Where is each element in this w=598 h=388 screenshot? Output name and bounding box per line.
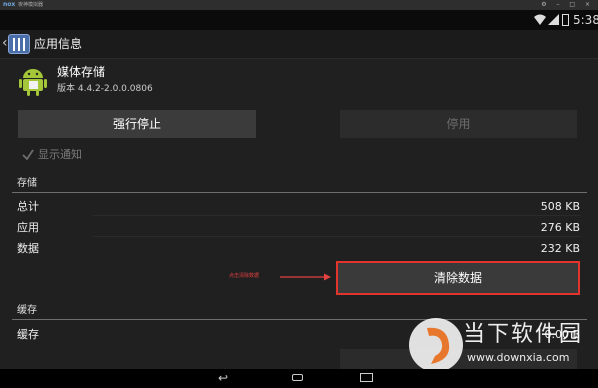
storage-section-title: 存储 — [17, 178, 37, 189]
watermark-title: 当下软件园 — [463, 322, 584, 347]
storage-total-value: 508 KB — [540, 200, 580, 213]
row-divider — [93, 215, 581, 216]
annotation-text: 点击清除数据 — [229, 273, 260, 279]
home-icon[interactable] — [292, 374, 303, 381]
wifi-icon — [534, 14, 546, 25]
section-divider — [12, 192, 587, 193]
clear-data-button[interactable]: 清除数据 — [336, 261, 580, 295]
recent-apps-icon[interactable] — [360, 373, 373, 382]
emulator-title-bar — [0, 0, 598, 10]
up-chevron-icon[interactable]: ‹ — [2, 35, 8, 51]
emulator-logo: nox — [3, 1, 16, 8]
settings-app-icon[interactable] — [8, 34, 30, 54]
row-divider — [93, 236, 581, 237]
page-title: 应用信息 — [34, 37, 83, 51]
storage-data-label: 数据 — [17, 242, 39, 255]
annotation-arrow-icon — [280, 273, 331, 281]
show-notification-label: 显示通知 — [38, 148, 82, 161]
app-name: 媒体存储 — [57, 65, 106, 79]
watermark-url: www.downxia.com — [467, 351, 570, 364]
status-bar — [0, 10, 598, 30]
action-bar — [0, 30, 598, 59]
window-controls[interactable]: ⚙ – □ × — [541, 0, 594, 10]
cache-section-title: 缓存 — [17, 305, 37, 316]
force-stop-button[interactable]: 强行停止 — [18, 110, 256, 138]
signal-icon — [548, 14, 559, 25]
show-notification-checkbox[interactable] — [22, 149, 34, 161]
cache-label: 缓存 — [17, 328, 39, 341]
storage-total-label: 总计 — [17, 200, 39, 213]
disable-button[interactable]: 停用 — [340, 110, 577, 138]
app-version: 版本 4.4.2-2.0.0.0806 — [57, 84, 153, 94]
storage-data-value: 232 KB — [540, 242, 580, 255]
section-divider — [12, 319, 587, 320]
emulator-name: 夜神模拟器 — [18, 2, 44, 8]
back-icon[interactable]: ↩ — [218, 370, 228, 386]
storage-app-label: 应用 — [17, 221, 39, 234]
storage-app-value: 276 KB — [540, 221, 580, 234]
clock: 5:38 — [573, 13, 598, 27]
battery-icon — [562, 14, 569, 26]
android-icon — [19, 69, 47, 96]
watermark-logo — [409, 318, 463, 372]
